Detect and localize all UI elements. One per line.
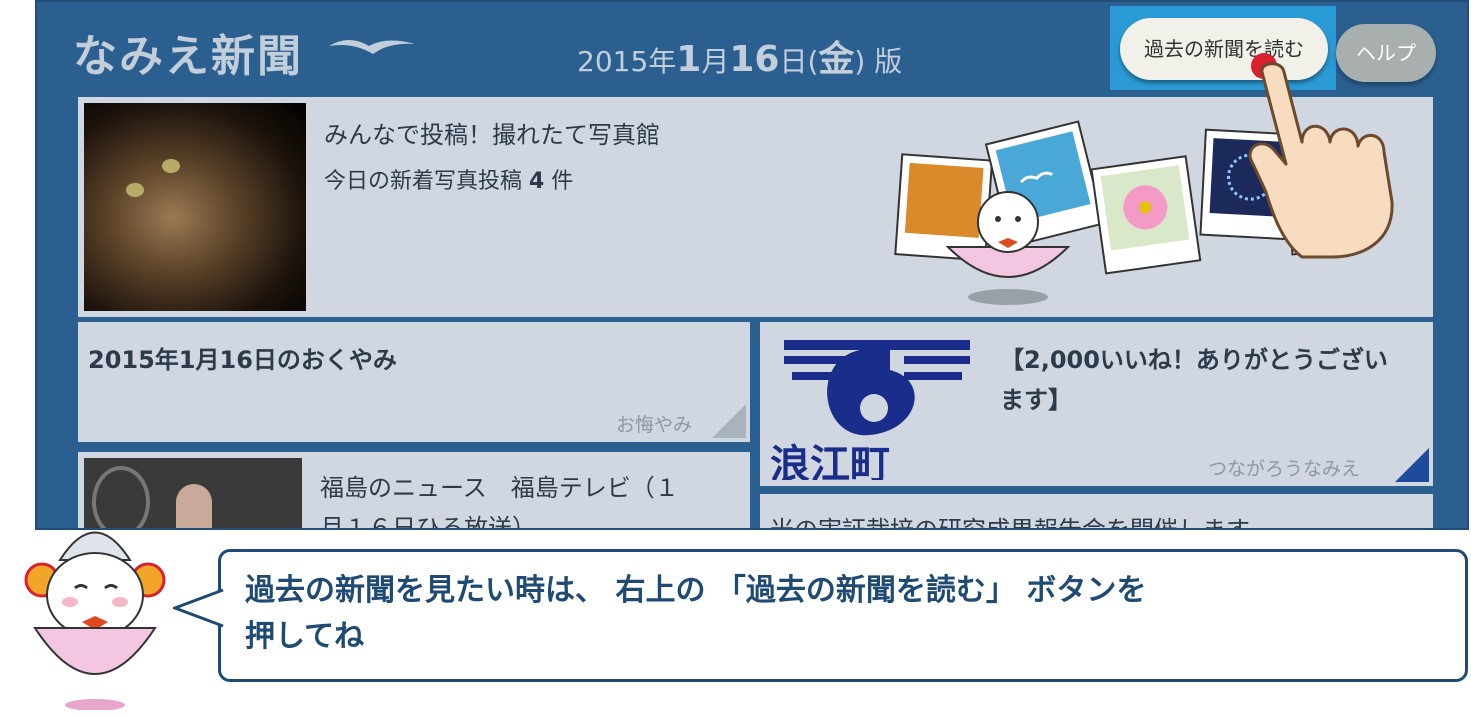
obituary-tile[interactable]: 2015年1月16日のおくやみ お悔やみ — [78, 322, 750, 442]
news-title-line1: 福島のニュース 福島テレビ（１ — [320, 474, 679, 502]
tutorial-message: 過去の新聞を見たい時は、 右上の 「過去の新聞を読む」 ボタンを 押してね — [245, 573, 1147, 654]
namie-town-emblem-icon: 浪江町 — [770, 340, 970, 480]
mascot-character-icon — [24, 531, 166, 710]
news-title-line2: 月１６日ひる放送） — [320, 514, 536, 530]
research-title: 米の実証栽培の研究成果報告会を開催します — [770, 516, 1250, 530]
edition-date: 2015年1月16日(金) 版 — [577, 39, 903, 80]
newspaper-app-screen: なみえ新聞 2015年1月16日(金) 版 過去の新聞を読む ヘルプ みんなで投… — [35, 0, 1469, 530]
obituary-title: 2015年1月16日のおくやみ — [88, 346, 397, 374]
tapping-hand-icon — [1248, 53, 1394, 259]
speech-bubble-tail — [173, 588, 224, 628]
photo-tile-title: みんなで投稿！撮れたて写真館 — [324, 121, 660, 149]
photo-gallery-tile[interactable]: みんなで投稿！撮れたて写真館 今日の新着写真投稿 4 件 — [78, 97, 1433, 317]
cat-photo — [84, 103, 306, 311]
news-tile[interactable]: 福島のニュース 福島テレビ（１ 月１６日ひる放送） — [78, 452, 750, 530]
seagull-logo-icon — [329, 40, 415, 54]
likes-title-line2: ます】 — [1000, 386, 1072, 414]
likes-title-line1: 【2,000いいね！ありがとうござい — [1000, 346, 1388, 374]
svg-text:浪江町: 浪江町 — [770, 442, 890, 480]
photo-tile-count: 今日の新着写真投稿 4 件 — [324, 169, 574, 194]
research-tile[interactable]: 米の実証栽培の研究成果報告会を開催します — [760, 494, 1433, 530]
likes-tile[interactable]: 浪江町 【2,000いいね！ありがとうござい ます】 つながろうなみえ — [760, 322, 1433, 486]
obituary-category: お悔やみ — [616, 414, 693, 436]
corner-arrow-icon — [712, 404, 746, 438]
corner-arrow-icon — [1395, 448, 1429, 482]
tutorial-speech-bubble: 過去の新聞を見たい時は、 右上の 「過去の新聞を読む」 ボタンを 押してね — [173, 549, 1468, 682]
likes-category: つながろうなみえ — [1208, 458, 1361, 480]
app-logo: なみえ新聞 — [73, 31, 303, 82]
